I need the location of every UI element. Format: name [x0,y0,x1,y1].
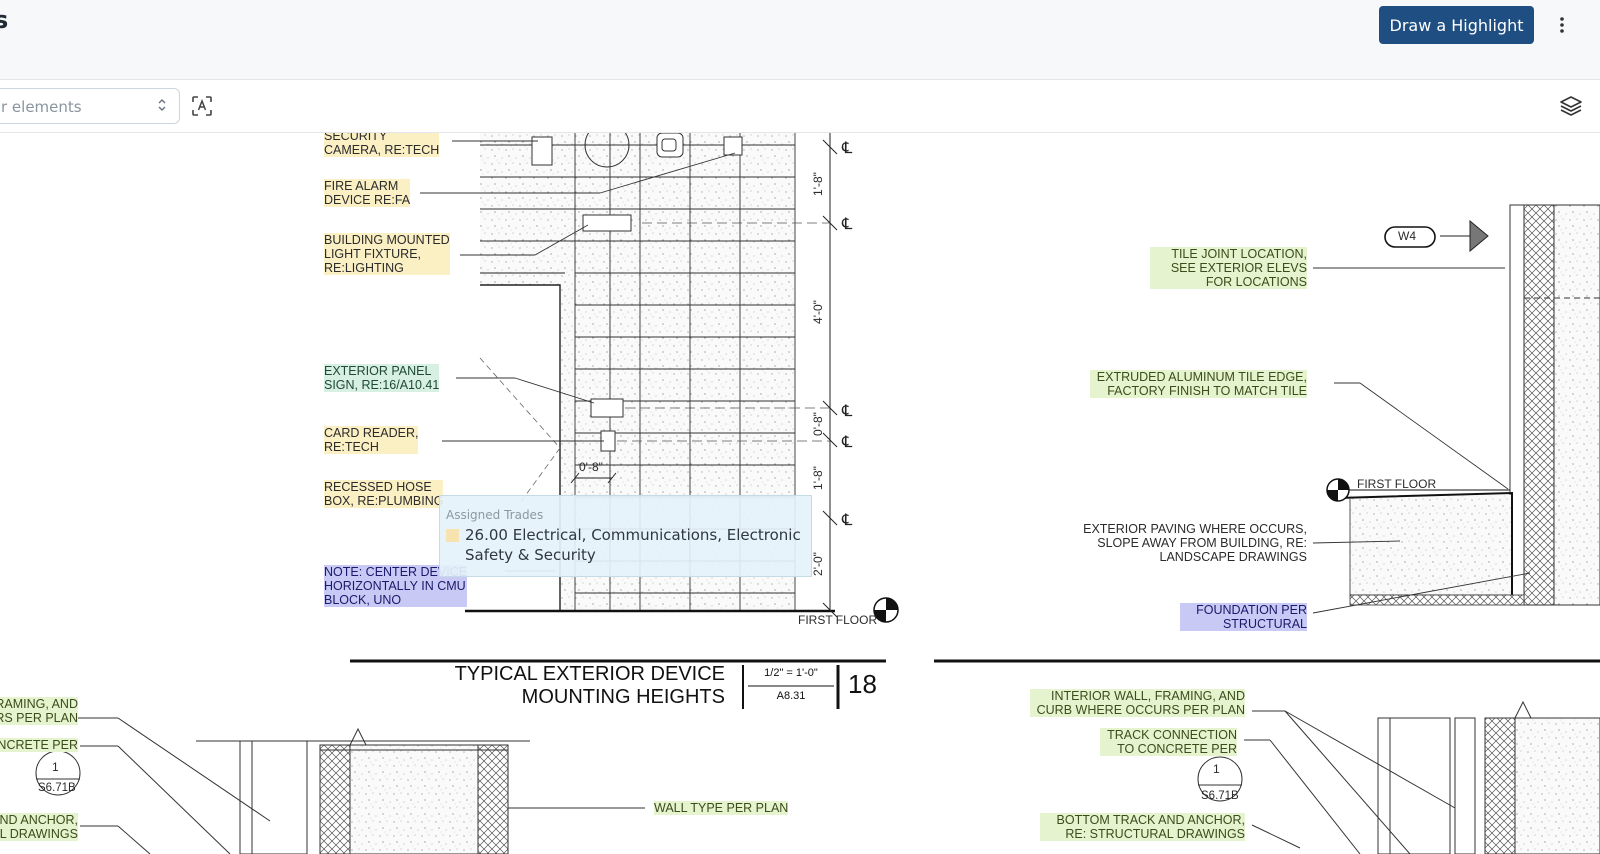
note-wall-type[interactable]: WALL TYPE PER PLAN [654,801,789,815]
trade-color-swatch [446,529,459,542]
detail-number: 18 [848,669,877,699]
svg-text:℄: ℄ [841,432,853,451]
note-concrete-cut[interactable]: NCRETE PER [0,738,78,752]
dimension-label: 4'-0" [810,300,825,324]
tooltip-title: Assigned Trades [446,508,544,522]
section-bubble-sheet: S6.71B [1201,790,1239,802]
more-options-icon[interactable] [1552,10,1572,40]
wall-tag-label: W4 [1398,229,1416,243]
dimension-label: 1'-8" [810,466,825,490]
assigned-trades-tooltip: Assigned Trades 26.00 Electrical, Commun… [439,495,812,577]
kebab-vertical-icon [1560,17,1564,33]
drawing-toolbar: r elements [0,80,1600,133]
filter-placeholder: r elements [1,98,82,116]
first-floor-label: FIRST FLOOR [798,613,878,627]
dimension-label: 2'-0" [810,552,825,576]
dimension-label: 0'-8" [810,412,825,436]
section-bubble-number: 1 [52,760,59,774]
first-floor-right-label: FIRST FLOOR [1357,477,1437,491]
note-bottom-track[interactable]: BOTTOM TRACK AND ANCHOR, RE: STRUCTURAL … [1040,813,1245,841]
detail-sheet-ref: A8.31 [776,690,806,702]
note-foundation[interactable]: FOUNDATION PER STRUCTURAL [1180,603,1307,631]
section-bubble-number: 1 [1213,762,1220,776]
tooltip-trade-name: 26.00 Electrical, Communications, Electr… [465,526,801,564]
drawing-linework: ℄ ℄ ℄ ℄ ℄ [0,133,1600,854]
drawing-canvas[interactable]: ℄ ℄ ℄ ℄ ℄ SECURITY CAMERA, RE:TECH FIRE … [0,133,1600,854]
note-exterior-paving[interactable]: EXTERIOR PAVING WHERE OCCURS, SLOPE AWAY… [1060,522,1307,564]
section-bubble-sheet: S6.71B [38,782,76,794]
note-exterior-panel-sign[interactable]: EXTERIOR PANEL SIGN, RE:16/A10.41 [324,364,440,392]
note-fire-alarm[interactable]: FIRE ALARM DEVICE RE:FA [324,179,411,207]
detail-scale: 1/2" = 1'-0" [764,667,818,679]
page-title: s [0,6,9,34]
app-root: s Draw a Highlight r elements ℄ ℄ ℄ ℄ ℄ … [0,0,1600,854]
note-security-camera[interactable]: SECURITY CAMERA, RE:TECH [324,133,440,157]
dimension-label: 0'-8" [579,460,603,474]
detail-title-line2: MOUNTING HEIGHTS [521,686,725,708]
note-interior-wall[interactable]: INTERIOR WALL, FRAMING, AND CURB WHERE O… [1030,689,1245,717]
note-framing-cut[interactable]: RAMING, AND RS PER PLAN [0,697,78,725]
svg-text:℄: ℄ [841,138,853,157]
svg-text:℄: ℄ [841,510,853,529]
chevron-updown-icon [157,97,167,114]
detail-title: TYPICAL EXTERIOR DEVICE MOUNTING HEIGHTS [400,663,725,709]
top-header: s Draw a Highlight [0,0,1600,80]
note-light-fixture[interactable]: BUILDING MOUNTED LIGHT FIXTURE, RE:LIGHT… [324,233,450,275]
note-aluminum-tile-edge[interactable]: EXTRUDED ALUMINUM TILE EDGE, FACTORY FIN… [1090,370,1307,398]
note-card-reader[interactable]: CARD READER, RE:TECH [324,426,419,454]
svg-text:℄: ℄ [841,214,853,233]
dimension-label: 1'-8" [810,172,825,196]
note-anchor-cut[interactable]: ND ANCHOR, L DRAWINGS [0,813,78,841]
layers-icon[interactable] [1559,94,1583,118]
note-recessed-hose-box[interactable]: RECESSED HOSE BOX, RE:PLUMBING [324,480,444,508]
text-recognition-icon[interactable] [190,94,214,118]
svg-text:℄: ℄ [841,401,853,420]
element-filter-select[interactable]: r elements [0,88,180,124]
detail-title-line1: TYPICAL EXTERIOR DEVICE [454,663,725,685]
note-track-connection[interactable]: TRACK CONNECTION TO CONCRETE PER [1100,728,1237,756]
note-tile-joint[interactable]: TILE JOINT LOCATION, SEE EXTERIOR ELEVS … [1150,247,1307,289]
draw-highlight-button[interactable]: Draw a Highlight [1379,6,1534,44]
